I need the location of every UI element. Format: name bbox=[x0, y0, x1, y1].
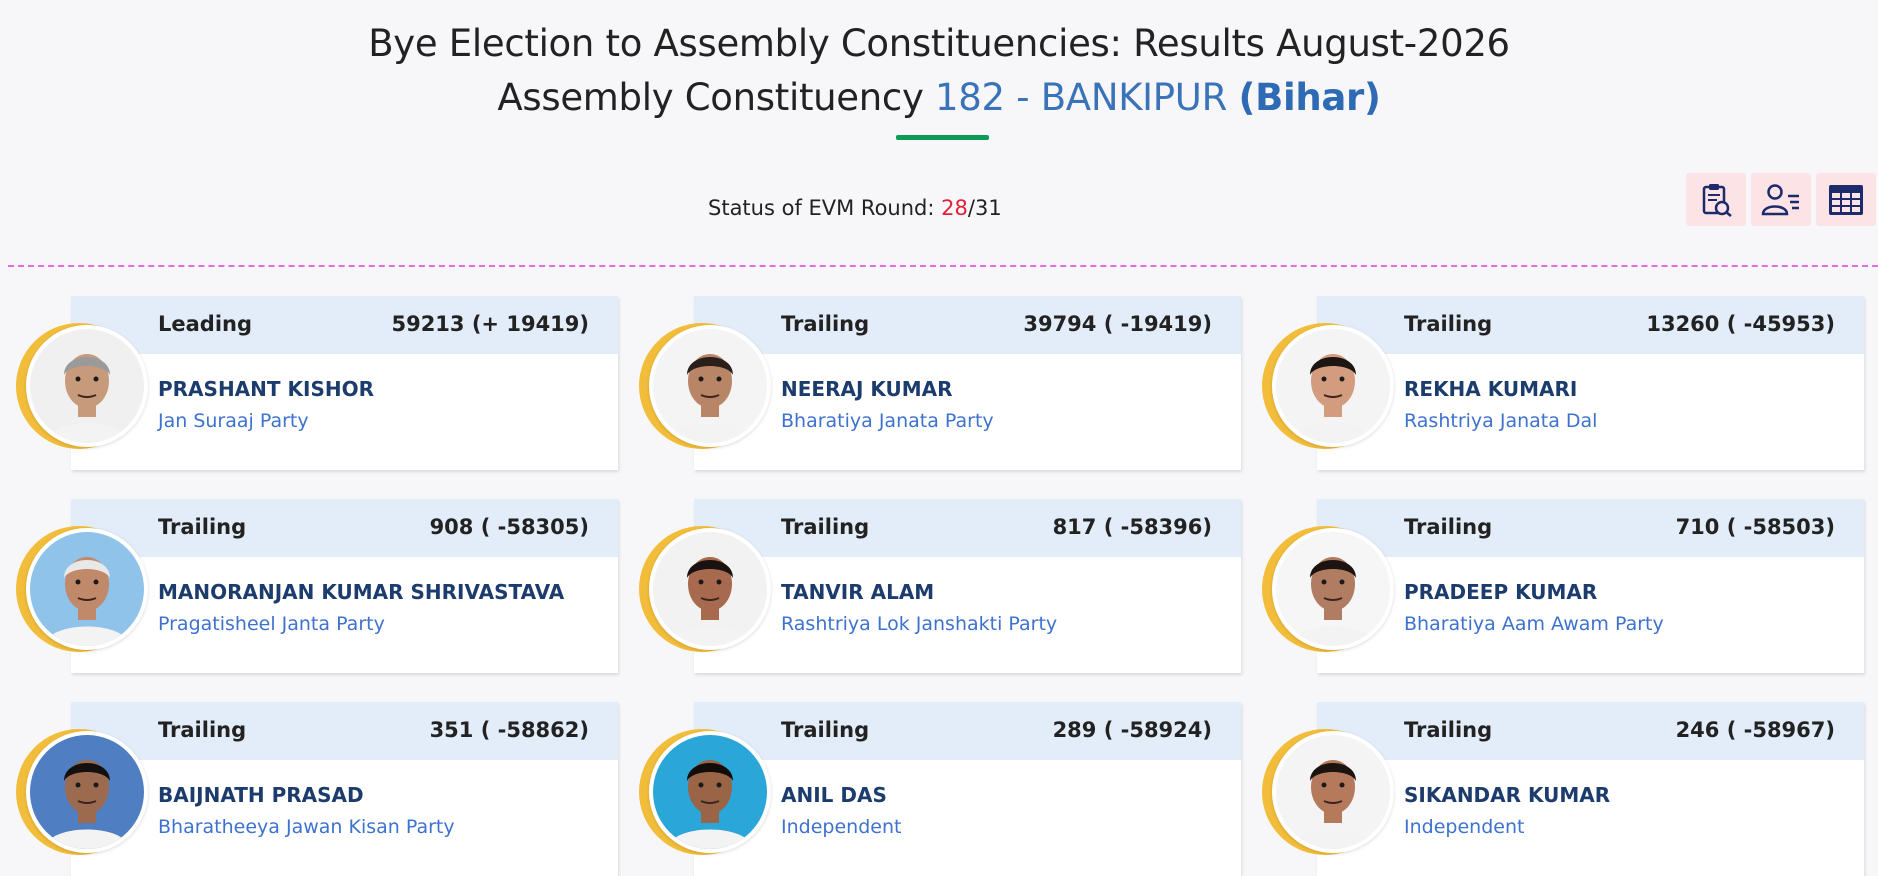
candidate-photo bbox=[639, 323, 771, 449]
candidate-party[interactable]: Pragatisheel Janta Party bbox=[158, 613, 385, 635]
candidate-status: Trailing bbox=[158, 718, 247, 742]
candidate-name: BAIJNATH PRASAD bbox=[158, 783, 364, 807]
candidate-votes: 39794 ( -19419) bbox=[1023, 312, 1212, 336]
candidate-status: Trailing bbox=[781, 515, 870, 539]
candidate-party[interactable]: Bharatiya Aam Awam Party bbox=[1404, 613, 1664, 635]
avatar bbox=[26, 528, 148, 650]
candidate-photo bbox=[1262, 729, 1394, 855]
candidate-name: MANORANJAN KUMAR SHRIVASTAVA bbox=[158, 580, 565, 604]
avatar bbox=[1272, 528, 1394, 650]
candidate-votes: 351 ( -58862) bbox=[429, 718, 589, 742]
candidate-photo bbox=[16, 729, 148, 855]
candidate-votes: 59213 (+ 19419) bbox=[391, 312, 589, 336]
candidate-name: PRADEEP KUMAR bbox=[1404, 580, 1598, 604]
candidate-card[interactable]: Leading 59213 (+ 19419) PRASHANT KISHOR Jan… bbox=[71, 296, 618, 470]
candidate-name: ANIL DAS bbox=[781, 783, 887, 807]
candidate-name: TANVIR ALAM bbox=[781, 580, 935, 604]
candidate-votes: 246 ( -58967) bbox=[1675, 718, 1835, 742]
candidate-list-icon bbox=[1761, 183, 1799, 215]
candidate-status: Leading bbox=[158, 312, 253, 336]
candidate-card[interactable]: Trailing 817 ( -58396) TANVIR ALAM Rashtriy… bbox=[694, 499, 1241, 673]
round-label: Status of EVM Round: bbox=[708, 196, 935, 220]
candidate-status: Trailing bbox=[781, 312, 870, 336]
table-grid-icon bbox=[1829, 184, 1863, 215]
avatar bbox=[26, 325, 148, 447]
candidate-card[interactable]: Trailing 39794 ( -19419) NEERAJ KUMAR Bhara… bbox=[694, 296, 1241, 470]
candidate-party[interactable]: Independent bbox=[781, 816, 901, 838]
candidate-card[interactable]: Trailing 710 ( -58503) PRADEEP KUMAR Bharat… bbox=[1317, 499, 1864, 673]
candidate-photo bbox=[16, 526, 148, 652]
candidate-name: SIKANDAR KUMAR bbox=[1404, 783, 1611, 807]
candidate-photo bbox=[639, 526, 771, 652]
constituency-number: 182 - BANKIPUR bbox=[935, 76, 1227, 119]
table-view-button[interactable] bbox=[1816, 173, 1876, 226]
round-total: 31 bbox=[974, 196, 1002, 220]
candidate-votes: 13260 ( -45953) bbox=[1646, 312, 1835, 336]
constituency-title: Assembly Constituency 182 - BANKIPUR (Bi… bbox=[0, 76, 1878, 119]
candidate-votes: 817 ( -58396) bbox=[1052, 515, 1212, 539]
candidate-party[interactable]: Bharatheeya Jawan Kisan Party bbox=[158, 816, 455, 838]
section-divider bbox=[8, 265, 1878, 267]
report-button[interactable] bbox=[1686, 173, 1746, 226]
candidate-photo bbox=[16, 323, 148, 449]
avatar bbox=[649, 325, 771, 447]
candidate-party[interactable]: Rashtriya Lok Janshakti Party bbox=[781, 613, 1057, 635]
candidate-card[interactable]: Trailing 289 ( -58924) ANIL DAS Independent bbox=[694, 702, 1241, 876]
candidate-name: NEERAJ KUMAR bbox=[781, 377, 953, 401]
round-separator: / bbox=[967, 196, 975, 220]
candidate-status: Trailing bbox=[1404, 312, 1493, 336]
title-underline bbox=[896, 135, 989, 140]
avatar bbox=[26, 731, 148, 853]
candidate-status: Trailing bbox=[158, 515, 247, 539]
constituency-state: (Bihar) bbox=[1238, 76, 1381, 119]
constituency-prefix: Assembly Constituency bbox=[497, 76, 924, 119]
candidate-party[interactable]: Rashtriya Janata Dal bbox=[1404, 410, 1597, 432]
candidate-card[interactable]: Trailing 351 ( -58862) BAIJNATH PRASAD Bhar… bbox=[71, 702, 618, 876]
evm-round-status: Status of EVM Round: 28/31 bbox=[708, 196, 1002, 220]
candidate-photo bbox=[1262, 526, 1394, 652]
candidate-card[interactable]: Trailing 908 ( -58305) MANORANJAN KUMAR SH… bbox=[71, 499, 618, 673]
candidate-card[interactable]: Trailing 246 ( -58967) SIKANDAR KUMAR Indep… bbox=[1317, 702, 1864, 876]
candidate-votes: 289 ( -58924) bbox=[1052, 718, 1212, 742]
candidate-party[interactable]: Jan Suraaj Party bbox=[158, 410, 309, 432]
report-clipboard-icon bbox=[1702, 183, 1732, 217]
candidate-photo bbox=[1262, 323, 1394, 449]
avatar bbox=[649, 731, 771, 853]
candidate-party[interactable]: Bharatiya Janata Party bbox=[781, 410, 994, 432]
candidate-card[interactable]: Trailing 13260 ( -45953) REKHA KUMARI Rasht… bbox=[1317, 296, 1864, 470]
page-title: Bye Election to Assembly Constituencies:… bbox=[368, 22, 1510, 65]
candidate-party[interactable]: Independent bbox=[1404, 816, 1524, 838]
candidate-status: Trailing bbox=[781, 718, 870, 742]
candidate-name: REKHA KUMARI bbox=[1404, 377, 1578, 401]
candidate-photo bbox=[639, 729, 771, 855]
candidate-status: Trailing bbox=[1404, 718, 1493, 742]
avatar bbox=[1272, 325, 1394, 447]
avatar bbox=[649, 528, 771, 650]
candidate-status: Trailing bbox=[1404, 515, 1493, 539]
avatar bbox=[1272, 731, 1394, 853]
candidate-votes: 710 ( -58503) bbox=[1675, 515, 1835, 539]
candidate-votes: 908 ( -58305) bbox=[429, 515, 589, 539]
round-current: 28 bbox=[941, 196, 968, 220]
candidate-list-button[interactable] bbox=[1751, 173, 1811, 226]
candidate-name: PRASHANT KISHOR bbox=[158, 377, 374, 401]
